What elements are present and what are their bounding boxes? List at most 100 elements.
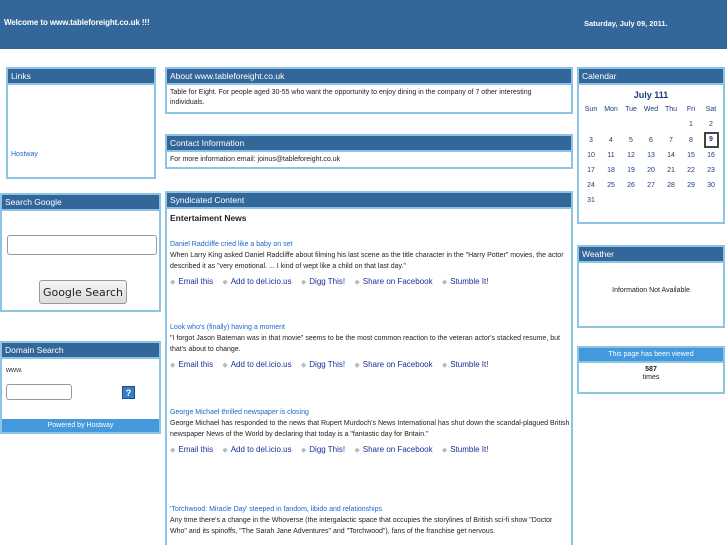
delicious-link[interactable]: Add to del.icio.us [231, 277, 292, 286]
calendar-day[interactable]: 6 [641, 132, 661, 148]
delicious-link[interactable]: Add to del.icio.us [231, 445, 292, 454]
google-search-panel: Search Google Google Search [0, 193, 161, 312]
calendar-day[interactable]: 19 [621, 163, 641, 178]
calendar-day[interactable]: 9 [701, 132, 721, 148]
calendar-panel: Calendar July 111 Sun Mon Tue Wed Thu Fr… [577, 67, 725, 224]
facebook-share-link[interactable]: Share on Facebook [363, 277, 433, 286]
bullet-icon: ◆ [300, 362, 307, 369]
bullet-icon: ◆ [222, 279, 228, 286]
share-actions: ◆ Email this ◆ Add to del.icio.us ◆ Digg Th… [170, 359, 570, 371]
email-this-link[interactable]: Email this [178, 277, 213, 286]
about-panel: About www.tableforeight.co.uk Table for … [165, 67, 573, 114]
stumble-link[interactable]: Stumble It! [450, 277, 488, 286]
domain-search-header: Domain Search [2, 343, 159, 359]
calendar-day[interactable]: 20 [641, 163, 661, 178]
bullet-icon: ◆ [354, 279, 360, 286]
news-item: George Michael thrilled newspaper is clo… [170, 407, 570, 456]
calendar-empty-cell [641, 193, 661, 208]
calendar-day[interactable]: 7 [661, 132, 681, 148]
syndicated-content-panel: Syndicated Content Entertaiment News Dan… [165, 191, 573, 545]
contact-panel: Contact Information For more information… [165, 134, 573, 169]
calendar-day[interactable]: 2 [701, 117, 721, 132]
calendar-day[interactable]: 31 [581, 193, 601, 208]
digg-link[interactable]: Digg This! [309, 277, 345, 286]
calendar-day[interactable]: 23 [701, 163, 721, 178]
page-views-panel: This page has been viewed 587 times [577, 346, 725, 394]
calendar-day[interactable]: 1 [681, 117, 701, 132]
weekday-label: Sun [584, 106, 598, 113]
google-search-button[interactable]: Google Search [39, 280, 127, 304]
calendar-day[interactable]: 18 [601, 163, 621, 178]
calendar-week-row: 10 11 12 13 14 15 16 [581, 148, 721, 163]
domain-search-input[interactable] [6, 384, 72, 400]
calendar-empty-cell [661, 117, 681, 132]
calendar-week-row: 17 18 19 20 21 22 23 [581, 163, 721, 178]
bullet-icon: ◆ [441, 447, 448, 454]
calendar-day[interactable]: 3 [581, 132, 601, 148]
weather-panel: Weather Information Not Available [577, 245, 725, 328]
calendar-day[interactable]: 24 [581, 178, 601, 193]
bullet-icon: ◆ [354, 362, 360, 369]
calendar-empty-cell [701, 193, 721, 208]
news-description: George Michael has responded to the news… [170, 420, 570, 438]
links-panel: Links Hostway [6, 67, 156, 179]
calendar-day[interactable]: 10 [581, 148, 601, 163]
calendar-day[interactable]: 27 [641, 178, 661, 193]
delicious-link[interactable]: Add to del.icio.us [231, 360, 292, 369]
domain-search-panel: Domain Search www. ? Powered by Hostway [0, 341, 161, 434]
calendar-day[interactable]: 26 [621, 178, 641, 193]
top-banner: Welcome to www.tableforeight.co.uk !!! S… [0, 0, 727, 49]
calendar-day[interactable]: 4 [601, 132, 621, 148]
calendar-empty-cell [601, 193, 621, 208]
news-description: When Larry King asked Daniel Radcliffe a… [170, 252, 564, 270]
news-title-link[interactable]: George Michael thrilled newspaper is clo… [170, 407, 570, 418]
calendar-day[interactable]: 25 [601, 178, 621, 193]
calendar-day[interactable]: 12 [621, 148, 641, 163]
page-views-suffix: times [642, 374, 660, 381]
calendar-today[interactable]: 9 [703, 132, 719, 148]
calendar-day[interactable]: 15 [681, 148, 701, 163]
calendar-day[interactable]: 8 [681, 132, 701, 148]
calendar-day[interactable]: 13 [641, 148, 661, 163]
help-icon[interactable]: ? [122, 386, 135, 399]
calendar-day[interactable]: 14 [661, 148, 681, 163]
bullet-icon: ◆ [170, 447, 176, 454]
calendar-day[interactable]: 30 [701, 178, 721, 193]
calendar-day[interactable]: 17 [581, 163, 601, 178]
google-search-header: Search Google [2, 195, 159, 211]
google-search-input[interactable] [7, 235, 157, 255]
calendar-day[interactable]: 11 [601, 148, 621, 163]
calendar-day[interactable]: 22 [681, 163, 701, 178]
stumble-link[interactable]: Stumble It! [450, 445, 488, 454]
news-section-title: Entertaiment News [170, 213, 247, 223]
powered-by-hostway[interactable]: Powered by Hostway [2, 419, 159, 432]
weekday-label: Fri [686, 106, 696, 113]
calendar-empty-cell [621, 193, 641, 208]
news-title-link[interactable]: Daniel Radcliffe cried like a baby on se… [170, 239, 570, 250]
bullet-icon: ◆ [300, 447, 307, 454]
facebook-share-link[interactable]: Share on Facebook [363, 445, 433, 454]
email-this-link[interactable]: Email this [178, 360, 213, 369]
stumble-link[interactable]: Stumble It! [450, 360, 488, 369]
calendar-day[interactable]: 29 [681, 178, 701, 193]
link-hostway[interactable]: Hostway [11, 151, 38, 158]
calendar-day[interactable]: 5 [621, 132, 641, 148]
digg-link[interactable]: Digg This! [309, 445, 345, 454]
calendar-day[interactable]: 28 [661, 178, 681, 193]
bullet-icon: ◆ [354, 447, 360, 454]
calendar-day[interactable]: 21 [661, 163, 681, 178]
contact-text: For more information email: joinus@table… [170, 156, 341, 163]
digg-link[interactable]: Digg This! [309, 360, 345, 369]
facebook-share-link[interactable]: Share on Facebook [363, 360, 433, 369]
news-description: "I forgot Jason Bateman was in that movi… [170, 335, 560, 353]
bullet-icon: ◆ [170, 279, 176, 286]
news-title-link[interactable]: 'Torchwood: Miracle Day' steeped in fand… [170, 504, 570, 515]
weekday-label: Thu [664, 106, 678, 113]
weather-header: Weather [579, 247, 723, 263]
domain-prefix-label: www. [6, 367, 23, 374]
page-views-count: 587 [645, 366, 657, 373]
news-title-link[interactable]: Look who's (finally) having a moment [170, 322, 570, 333]
email-this-link[interactable]: Email this [178, 445, 213, 454]
calendar-day[interactable]: 16 [701, 148, 721, 163]
news-item: Daniel Radcliffe cried like a baby on se… [170, 239, 570, 288]
